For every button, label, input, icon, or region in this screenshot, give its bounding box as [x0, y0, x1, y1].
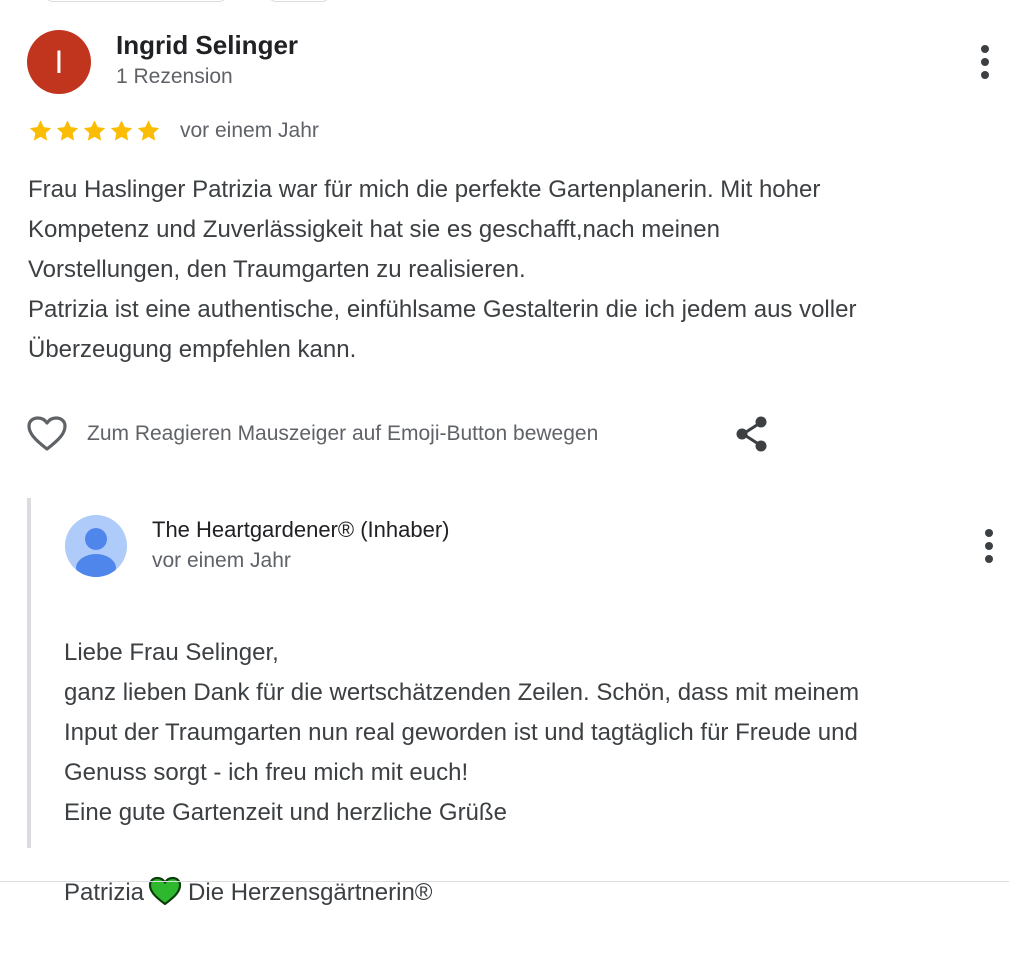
owner-avatar[interactable]: [64, 514, 128, 578]
more-vert-icon-dot: [981, 58, 989, 66]
signature-title: Die Herzensgärtnerin®: [188, 879, 433, 906]
owner-name[interactable]: The Heartgardener® (Inhaber): [152, 517, 449, 543]
share-icon: [736, 416, 767, 452]
review-more-button[interactable]: [975, 42, 995, 82]
star-icon: [137, 120, 160, 141]
review-card: I Ingrid Selinger 1 Rezension vor einem …: [0, 0, 1009, 906]
heart-outline-icon: [27, 416, 67, 451]
signature-name: Patrizia: [64, 879, 145, 906]
owner-reply-more-button[interactable]: [979, 526, 999, 566]
owner-reply-text-line: Eine gute Gartenzeit und herzliche Grüße: [64, 799, 507, 826]
reaction-row: Zum Reagieren Mauszeiger auf Emoji-Butto…: [26, 412, 786, 456]
reviewer-review-count[interactable]: 1 Rezension: [116, 65, 233, 89]
owner-reply-date: vor einem Jahr: [152, 549, 291, 572]
review-text: Frau Haslinger Patrizia war für mich die…: [28, 170, 1003, 370]
owner-reply-lines: Liebe Frau Selinger, ganz lieben Dank für…: [64, 633, 994, 833]
reviewer-name[interactable]: Ingrid Selinger: [116, 30, 298, 61]
reaction-hint: Zum Reagieren Mauszeiger auf Emoji-Butto…: [87, 422, 599, 445]
more-vert-icon-dot: [981, 45, 989, 53]
owner-reply: The Heartgardener® (Inhaber) vor einem J…: [27, 498, 1001, 906]
default-avatar-icon: [65, 515, 127, 577]
owner-reply-text-line: Genuss sorgt - ich freu mich mit euch!: [64, 759, 469, 786]
more-vert-icon-dot: [985, 529, 993, 537]
star-rating: [27, 114, 162, 148]
owner-reply-text-line: ganz lieben Dank für die wertschätzenden…: [64, 679, 860, 706]
review-text-line: Überzeugung empfehlen kann.: [28, 336, 357, 363]
more-vert-icon-dot: [981, 71, 989, 79]
review-text-line: Frau Haslinger Patrizia war für mich die…: [28, 176, 821, 203]
star-icon: [110, 120, 133, 141]
like-button[interactable]: [26, 415, 68, 453]
bottom-divider: [0, 881, 1009, 882]
share-button[interactable]: [734, 415, 770, 453]
review-text-line: Vorstellungen, den Traumgarten zu realis…: [28, 256, 526, 283]
review-date: vor einem Jahr: [180, 119, 319, 142]
more-vert-icon-dot: [985, 555, 993, 563]
owner-reply-text: Liebe Frau Selinger, ganz lieben Dank für…: [64, 593, 994, 953]
review-text-line: Patrizia ist eine authentische, einfühls…: [28, 296, 857, 323]
star-icon: [56, 120, 79, 141]
owner-signature: Patrizia Die Herzensgärtnerin®: [64, 873, 994, 913]
reviewer-avatar[interactable]: I: [27, 30, 91, 94]
more-vert-icon-dot: [985, 542, 993, 550]
star-icon: [29, 120, 52, 141]
owner-reply-text-line: Liebe Frau Selinger,: [64, 639, 279, 666]
owner-reply-text-line: Input der Traumgarten nun real geworden …: [64, 719, 858, 746]
review-text-line: Kompetenz und Zuverlässigkeit hat sie es…: [28, 216, 720, 243]
star-icon: [83, 120, 106, 141]
